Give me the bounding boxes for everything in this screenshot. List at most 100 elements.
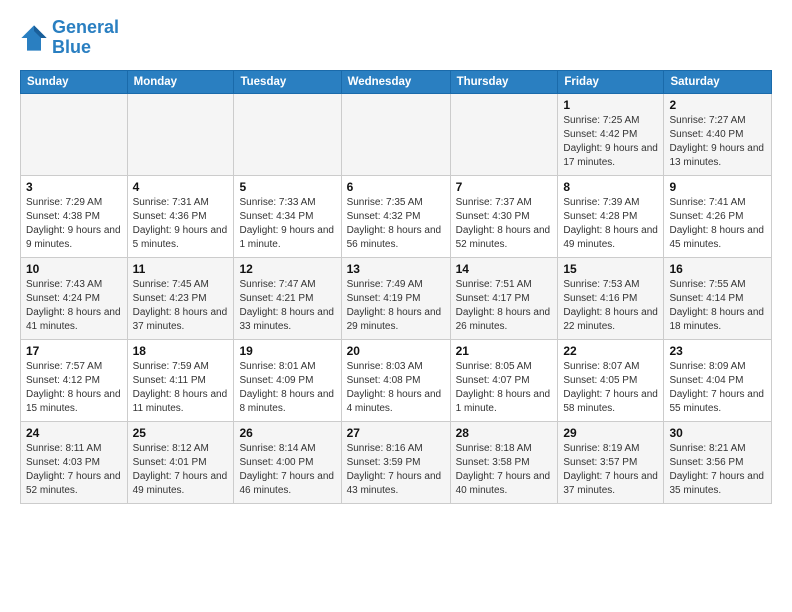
calendar-cell: 15Sunrise: 7:53 AM Sunset: 4:16 PM Dayli… bbox=[558, 257, 664, 339]
calendar-cell: 23 Sunrise: 8:09 AM Sunset: 4:04 PM Dayli… bbox=[664, 339, 772, 421]
day-number: 6 bbox=[347, 180, 445, 194]
day-info: Sunrise: 7:39 AM Sunset: 4:28 PM Dayligh… bbox=[563, 196, 658, 252]
calendar-cell: 22Sunrise: 8:07 AM Sunset: 4:05 PM Dayli… bbox=[558, 339, 664, 421]
day-number: 25 bbox=[133, 426, 229, 440]
day-info: Sunrise: 7:33 AM Sunset: 4:34 PM Dayligh… bbox=[239, 196, 335, 252]
calendar-cell: 1Sunrise: 7:25 AM Sunset: 4:42 PM Daylig… bbox=[558, 93, 664, 175]
day-number: 10 bbox=[26, 262, 122, 276]
day-number: 21 bbox=[456, 344, 553, 358]
calendar-cell bbox=[234, 93, 341, 175]
calendar-cell: 26 Sunrise: 8:14 AM Sunset: 4:00 PM Dayli… bbox=[234, 421, 341, 503]
day-number: 16 bbox=[669, 262, 766, 276]
day-number: 30 bbox=[669, 426, 766, 440]
day-info: Sunrise: 8:14 AM Sunset: 4:00 PM Dayligh… bbox=[239, 442, 335, 498]
logo: General Blue bbox=[20, 18, 119, 58]
calendar-cell bbox=[341, 93, 450, 175]
day-info: Sunrise: 8:03 AM Sunset: 4:08 PM Dayligh… bbox=[347, 360, 445, 416]
day-info: Sunrise: 8:11 AM Sunset: 4:03 PM Dayligh… bbox=[26, 442, 122, 498]
day-number: 7 bbox=[456, 180, 553, 194]
day-number: 27 bbox=[347, 426, 445, 440]
calendar-cell: 27 Sunrise: 8:16 AM Sunset: 3:59 PM Dayli… bbox=[341, 421, 450, 503]
day-number: 3 bbox=[26, 180, 122, 194]
day-header-wednesday: Wednesday bbox=[341, 70, 450, 93]
calendar-cell bbox=[450, 93, 558, 175]
day-info: Sunrise: 8:16 AM Sunset: 3:59 PM Dayligh… bbox=[347, 442, 445, 498]
day-header-sunday: Sunday bbox=[21, 70, 128, 93]
day-info: Sunrise: 8:18 AM Sunset: 3:58 PM Dayligh… bbox=[456, 442, 553, 498]
day-info: Sunrise: 7:49 AM Sunset: 4:19 PM Dayligh… bbox=[347, 278, 445, 334]
calendar-cell: 29 Sunrise: 8:19 AM Sunset: 3:57 PM Dayli… bbox=[558, 421, 664, 503]
day-number: 14 bbox=[456, 262, 553, 276]
day-number: 9 bbox=[669, 180, 766, 194]
day-info: Sunrise: 7:47 AM Sunset: 4:21 PM Dayligh… bbox=[239, 278, 335, 334]
calendar-cell: 8 Sunrise: 7:39 AM Sunset: 4:28 PM Daylig… bbox=[558, 175, 664, 257]
week-row-2: 3 Sunrise: 7:29 AM Sunset: 4:38 PM Daylig… bbox=[21, 175, 772, 257]
calendar-cell: 6 Sunrise: 7:35 AM Sunset: 4:32 PM Daylig… bbox=[341, 175, 450, 257]
day-info: Sunrise: 7:29 AM Sunset: 4:38 PM Dayligh… bbox=[26, 196, 122, 252]
calendar-cell: 25Sunrise: 8:12 AM Sunset: 4:01 PM Dayli… bbox=[127, 421, 234, 503]
day-header-thursday: Thursday bbox=[450, 70, 558, 93]
day-number: 17 bbox=[26, 344, 122, 358]
calendar-cell: 9 Sunrise: 7:41 AM Sunset: 4:26 PM Daylig… bbox=[664, 175, 772, 257]
page: General Blue SundayMondayTuesdayWednesda… bbox=[0, 0, 792, 514]
day-header-tuesday: Tuesday bbox=[234, 70, 341, 93]
calendar-cell bbox=[21, 93, 128, 175]
calendar-cell: 16 Sunrise: 7:55 AM Sunset: 4:14 PM Dayli… bbox=[664, 257, 772, 339]
week-row-4: 17 Sunrise: 7:57 AM Sunset: 4:12 PM Dayli… bbox=[21, 339, 772, 421]
day-info: Sunrise: 7:37 AM Sunset: 4:30 PM Dayligh… bbox=[456, 196, 553, 252]
header: General Blue bbox=[20, 18, 772, 58]
calendar-cell: 20Sunrise: 8:03 AM Sunset: 4:08 PM Dayli… bbox=[341, 339, 450, 421]
week-row-5: 24 Sunrise: 8:11 AM Sunset: 4:03 PM Dayli… bbox=[21, 421, 772, 503]
day-info: Sunrise: 8:19 AM Sunset: 3:57 PM Dayligh… bbox=[563, 442, 658, 498]
day-number: 29 bbox=[563, 426, 658, 440]
calendar-cell: 2Sunrise: 7:27 AM Sunset: 4:40 PM Daylig… bbox=[664, 93, 772, 175]
day-info: Sunrise: 8:09 AM Sunset: 4:04 PM Dayligh… bbox=[669, 360, 766, 416]
day-info: Sunrise: 7:55 AM Sunset: 4:14 PM Dayligh… bbox=[669, 278, 766, 334]
day-number: 8 bbox=[563, 180, 658, 194]
calendar-cell: 18 Sunrise: 7:59 AM Sunset: 4:11 PM Dayli… bbox=[127, 339, 234, 421]
day-number: 12 bbox=[239, 262, 335, 276]
calendar-cell: 24 Sunrise: 8:11 AM Sunset: 4:03 PM Dayli… bbox=[21, 421, 128, 503]
day-number: 19 bbox=[239, 344, 335, 358]
week-row-3: 10 Sunrise: 7:43 AM Sunset: 4:24 PM Dayli… bbox=[21, 257, 772, 339]
logo-icon bbox=[20, 24, 48, 52]
day-number: 2 bbox=[669, 98, 766, 112]
day-number: 28 bbox=[456, 426, 553, 440]
day-number: 24 bbox=[26, 426, 122, 440]
week-row-1: 1Sunrise: 7:25 AM Sunset: 4:42 PM Daylig… bbox=[21, 93, 772, 175]
day-info: Sunrise: 7:25 AM Sunset: 4:42 PM Dayligh… bbox=[563, 114, 658, 170]
calendar-cell: 19Sunrise: 8:01 AM Sunset: 4:09 PM Dayli… bbox=[234, 339, 341, 421]
logo-text: General Blue bbox=[52, 18, 119, 58]
day-number: 26 bbox=[239, 426, 335, 440]
day-info: Sunrise: 7:41 AM Sunset: 4:26 PM Dayligh… bbox=[669, 196, 766, 252]
day-info: Sunrise: 7:57 AM Sunset: 4:12 PM Dayligh… bbox=[26, 360, 122, 416]
day-info: Sunrise: 8:07 AM Sunset: 4:05 PM Dayligh… bbox=[563, 360, 658, 416]
calendar-cell: 11 Sunrise: 7:45 AM Sunset: 4:23 PM Dayli… bbox=[127, 257, 234, 339]
day-header-saturday: Saturday bbox=[664, 70, 772, 93]
day-info: Sunrise: 8:05 AM Sunset: 4:07 PM Dayligh… bbox=[456, 360, 553, 416]
day-info: Sunrise: 7:51 AM Sunset: 4:17 PM Dayligh… bbox=[456, 278, 553, 334]
day-info: Sunrise: 7:45 AM Sunset: 4:23 PM Dayligh… bbox=[133, 278, 229, 334]
calendar-cell: 7 Sunrise: 7:37 AM Sunset: 4:30 PM Daylig… bbox=[450, 175, 558, 257]
calendar-cell: 28 Sunrise: 8:18 AM Sunset: 3:58 PM Dayli… bbox=[450, 421, 558, 503]
day-info: Sunrise: 7:31 AM Sunset: 4:36 PM Dayligh… bbox=[133, 196, 229, 252]
day-info: Sunrise: 7:43 AM Sunset: 4:24 PM Dayligh… bbox=[26, 278, 122, 334]
day-number: 23 bbox=[669, 344, 766, 358]
calendar-cell: 4 Sunrise: 7:31 AM Sunset: 4:36 PM Daylig… bbox=[127, 175, 234, 257]
day-header-friday: Friday bbox=[558, 70, 664, 93]
calendar-cell: 14 Sunrise: 7:51 AM Sunset: 4:17 PM Dayli… bbox=[450, 257, 558, 339]
calendar-cell: 30Sunrise: 8:21 AM Sunset: 3:56 PM Dayli… bbox=[664, 421, 772, 503]
calendar-cell: 17 Sunrise: 7:57 AM Sunset: 4:12 PM Dayli… bbox=[21, 339, 128, 421]
day-info: Sunrise: 7:53 AM Sunset: 4:16 PM Dayligh… bbox=[563, 278, 658, 334]
day-number: 11 bbox=[133, 262, 229, 276]
day-number: 18 bbox=[133, 344, 229, 358]
day-info: Sunrise: 7:35 AM Sunset: 4:32 PM Dayligh… bbox=[347, 196, 445, 252]
day-number: 4 bbox=[133, 180, 229, 194]
calendar-cell: 10 Sunrise: 7:43 AM Sunset: 4:24 PM Dayli… bbox=[21, 257, 128, 339]
day-number: 13 bbox=[347, 262, 445, 276]
calendar-cell: 21 Sunrise: 8:05 AM Sunset: 4:07 PM Dayli… bbox=[450, 339, 558, 421]
calendar-cell: 5Sunrise: 7:33 AM Sunset: 4:34 PM Daylig… bbox=[234, 175, 341, 257]
calendar-cell: 12 Sunrise: 7:47 AM Sunset: 4:21 PM Dayli… bbox=[234, 257, 341, 339]
calendar: SundayMondayTuesdayWednesdayThursdayFrid… bbox=[20, 70, 772, 504]
day-info: Sunrise: 7:59 AM Sunset: 4:11 PM Dayligh… bbox=[133, 360, 229, 416]
